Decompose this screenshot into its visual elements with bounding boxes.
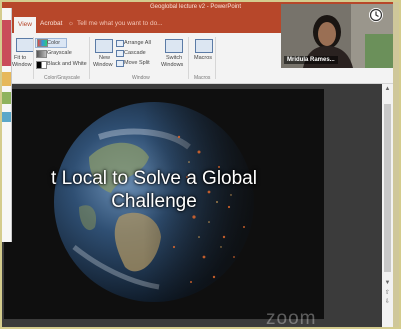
participant-name: Mridula Rames...	[284, 56, 338, 64]
slide-title: t Local to Solve a Global Challenge	[4, 167, 304, 213]
fit-window-icon[interactable]	[16, 38, 34, 52]
ribbon-separator	[89, 37, 90, 79]
grayscale-icon	[36, 50, 47, 58]
tab-view[interactable]: View	[14, 17, 36, 33]
tell-me-search[interactable]: ☼ Tell me what you want to do...	[68, 20, 163, 27]
ribbon-separator	[215, 37, 216, 79]
move-split-button[interactable]: Move Split	[124, 60, 150, 66]
macros-button[interactable]: Macros	[194, 55, 212, 61]
slide-workspace: t Local to Solve a Global Challenge ▲ ▼ …	[0, 84, 393, 329]
vertical-scrollbar[interactable]: ▲ ▼ ⇧ ⇩	[382, 84, 393, 329]
tell-me-text: Tell me what you want to do...	[76, 20, 163, 27]
slide-canvas[interactable]: t Local to Solve a Global Challenge	[4, 89, 324, 319]
cascade-icon	[116, 50, 124, 57]
zoom-watermark: zoom	[266, 308, 317, 329]
new-window-label-line2[interactable]: Window	[93, 62, 113, 68]
zoom-border-strip	[393, 0, 401, 329]
tab-acrobat[interactable]: Acrobat	[40, 20, 62, 27]
thumbnail-block	[0, 72, 11, 86]
ribbon-separator	[33, 37, 34, 79]
switch-windows-icon[interactable]	[165, 39, 183, 53]
window-title: Geoglobal lecture v2 - PowerPoint	[150, 4, 242, 10]
black-and-white-button[interactable]: Black and White	[47, 61, 87, 67]
slide-title-line1: t Local to Solve a Global	[51, 168, 257, 189]
color-grayscale-group-label: Color/Grayscale	[44, 75, 80, 81]
color-label: Color	[47, 40, 61, 46]
macros-icon[interactable]	[195, 39, 213, 53]
move-split-icon	[116, 60, 124, 67]
thumbnail-block	[0, 112, 11, 122]
zoom-share-screen: Geoglobal lecture v2 - PowerPoint View A…	[0, 0, 401, 329]
scroll-thumb[interactable]	[384, 104, 391, 272]
slide-title-line2: Challenge	[111, 191, 197, 212]
ribbon-separator	[188, 37, 189, 79]
arrange-all-button[interactable]: Arrange All	[124, 40, 151, 46]
fit-to-window-label-line2[interactable]: Window	[12, 62, 32, 68]
thumbnail-block	[0, 92, 11, 104]
color-button[interactable]: Color	[35, 38, 67, 48]
grayscale-button[interactable]: Grayscale	[47, 50, 72, 56]
arrange-all-icon	[116, 40, 124, 47]
lightbulb-icon: ☼	[68, 20, 74, 27]
new-window-icon[interactable]	[95, 39, 113, 53]
new-window-label-line1[interactable]: New	[99, 55, 110, 61]
thumbnail-block	[0, 20, 11, 66]
switch-windows-label-line1[interactable]: Switch	[166, 55, 182, 61]
participant-video-tile[interactable]: Mridula Rames...	[281, 4, 393, 68]
fit-to-window-label-line1[interactable]: Fit to	[14, 55, 26, 61]
scroll-up-icon[interactable]: ▲	[384, 86, 391, 93]
next-slide-icon[interactable]: ⇩	[384, 299, 391, 306]
clock-icon	[369, 8, 383, 22]
window-group-label: Window	[132, 75, 150, 81]
cascade-button[interactable]: Cascade	[124, 50, 146, 56]
prev-slide-icon[interactable]: ⇧	[384, 290, 391, 297]
black-white-icon	[36, 61, 47, 69]
background-window-sliver	[0, 8, 12, 242]
macros-group-label: Macros	[194, 75, 211, 81]
switch-windows-label-line2[interactable]: Windows	[161, 62, 183, 68]
scroll-down-icon[interactable]: ▼	[384, 280, 391, 287]
